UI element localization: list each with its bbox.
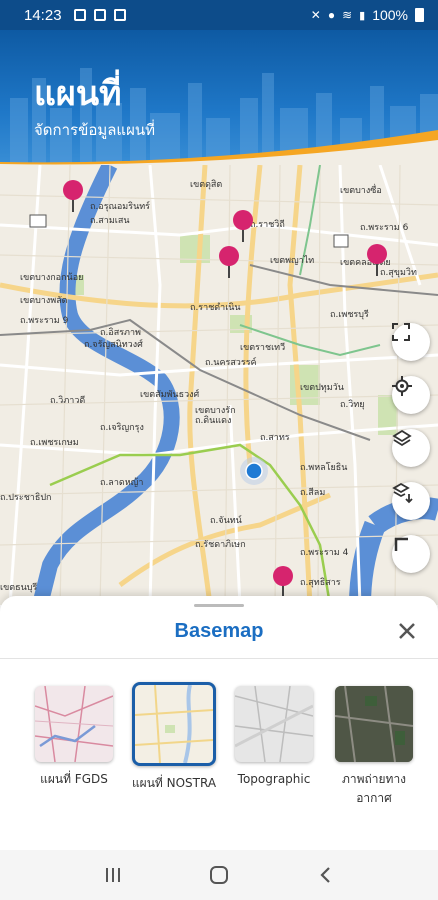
status-time: 14:23 xyxy=(24,6,62,24)
locate-icon xyxy=(392,376,412,396)
map-label: ถ.ประชาธิปก xyxy=(0,493,52,503)
map-label: ถ.ดินแดง xyxy=(195,416,232,426)
map-label: ถ.เพชรเกษม xyxy=(30,438,79,448)
map-label: ถ.วิทยุ xyxy=(340,400,365,410)
map-label: เขตปทุมวัน xyxy=(300,383,344,393)
page-title: แผนที่ xyxy=(34,74,122,114)
map-pin-icon[interactable] xyxy=(364,243,390,277)
wifi-icon: ≋ xyxy=(342,8,353,22)
basemap-sheet: Basemap แผนที่ FGDS แผนที่ NOSTRA Topogr… xyxy=(0,596,438,850)
map-pin-icon[interactable] xyxy=(60,179,86,213)
location-icon: ● xyxy=(327,8,336,22)
basemap-thumbnail-selected xyxy=(132,682,216,766)
map-label: ถ.จันทน์ xyxy=(210,516,242,526)
basemap-option-nostra[interactable]: แผนที่ NOSTRA xyxy=(124,682,224,808)
map-view[interactable]: เขตดุสิต เขตบางซื่อ ถ.สามเสน ถ.ราชวิถี ถ… xyxy=(0,165,438,605)
basemap-thumbnail xyxy=(35,686,113,762)
layers-download-button[interactable] xyxy=(392,482,430,520)
close-icon[interactable] xyxy=(396,620,418,642)
basemap-option-fgds[interactable]: แผนที่ FGDS xyxy=(24,686,124,808)
map-label: เขตพญาไท xyxy=(270,256,315,266)
basemap-label: ภาพถ่ายทาง อากาศ xyxy=(341,772,407,806)
battery-percent: 100% xyxy=(372,7,408,23)
map-pin-icon[interactable] xyxy=(216,245,242,279)
map-pin-icon[interactable] xyxy=(230,209,256,243)
map-label: ถ.อรุณอมรินทร์ xyxy=(90,202,150,212)
map-label: เขตสัมพันธวงศ์ xyxy=(140,390,200,400)
back-button[interactable] xyxy=(313,863,337,887)
layers-icon xyxy=(392,429,412,447)
map-label: เขตธนบุรี xyxy=(0,583,38,593)
basemap-options: แผนที่ FGDS แผนที่ NOSTRA Topographic ภา… xyxy=(24,682,424,808)
basemap-option-topographic[interactable]: Topographic xyxy=(224,686,324,808)
status-notification-icons xyxy=(73,9,126,21)
layers-button[interactable] xyxy=(392,429,430,467)
battery-icon xyxy=(415,8,424,22)
map-label: ถ.พหลโยธิน xyxy=(300,463,348,473)
notification-icon xyxy=(73,9,86,21)
basemap-label: แผนที่ NOSTRA xyxy=(131,776,217,790)
fullscreen-button[interactable] xyxy=(392,323,430,361)
map-label: ถ.พระราม 6 xyxy=(360,223,409,233)
map-label: เขตราชเทวี xyxy=(240,343,286,353)
map-label: ถ.สามเสน xyxy=(90,216,130,226)
map-label: เขตบางพลัด xyxy=(20,296,68,306)
map-label: ถ.จรัญสนิทวงศ์ xyxy=(84,340,143,350)
corner-icon xyxy=(394,537,408,551)
map-label: ถ.เพชรบุรี xyxy=(330,310,369,320)
signal-icon: ▮ xyxy=(359,9,366,22)
recent-apps-button[interactable] xyxy=(101,863,125,887)
current-location-marker xyxy=(240,457,268,485)
map-label: ถ.เจริญกรุง xyxy=(100,423,144,433)
map-label: ถ.พระราม 9 xyxy=(20,316,69,326)
map-label: ถ.สีลม xyxy=(300,488,326,498)
screenshot-icon xyxy=(113,9,126,21)
map-label: เขตบางซื่อ xyxy=(340,186,382,196)
map-label: ถ.วิภาวดี xyxy=(50,396,86,406)
map-label: ถ.ลาดหญ้า xyxy=(100,478,144,488)
basemap-option-aerial[interactable]: ภาพถ่ายทาง อากาศ xyxy=(324,686,424,808)
basemap-label: Topographic xyxy=(237,772,311,786)
header-wave-decoration xyxy=(0,130,438,168)
map-pin-icon[interactable] xyxy=(270,565,296,599)
map-label: เขตดุสิต xyxy=(190,180,223,190)
locate-button[interactable] xyxy=(392,376,430,414)
map-label: ถ.สุทธิสาร xyxy=(300,578,341,588)
sheet-title: Basemap xyxy=(174,620,264,642)
sheet-divider xyxy=(0,658,438,659)
home-button[interactable] xyxy=(207,863,231,887)
recent-apps-icon xyxy=(106,868,120,882)
map-label: ถ.ราชดำเนิน xyxy=(190,303,241,313)
system-nav-bar xyxy=(0,850,438,900)
status-right: ✕ ● ≋ ▮ 100% xyxy=(311,7,424,23)
layers-download-icon xyxy=(392,482,413,504)
map-label: ถ.นครสวรรค์ xyxy=(205,358,257,368)
sheet-drag-handle[interactable] xyxy=(194,604,244,607)
fullscreen-icon xyxy=(392,323,410,341)
map-label: ถ.สาทร xyxy=(260,433,290,443)
mute-icon: ✕ xyxy=(310,8,321,22)
measure-button[interactable] xyxy=(392,535,430,573)
page-header: แผนที่ จัดการข้อมูลแผนที่ xyxy=(0,30,438,168)
status-bar: 14:23 ✕ ● ≋ ▮ 100% xyxy=(0,0,438,30)
map-label: ถ.อิสรภาพ xyxy=(100,328,141,338)
image-icon xyxy=(93,9,106,21)
map-label: ถ.รัชดาภิเษก xyxy=(195,540,246,550)
basemap-thumbnail xyxy=(335,686,413,762)
home-icon xyxy=(210,866,228,884)
map-label: เขตบางกอกน้อย xyxy=(20,273,84,283)
back-icon xyxy=(320,867,330,883)
basemap-label: แผนที่ FGDS xyxy=(40,772,108,786)
map-label: ถ.พระราม 4 xyxy=(300,548,349,558)
basemap-thumbnail xyxy=(235,686,313,762)
